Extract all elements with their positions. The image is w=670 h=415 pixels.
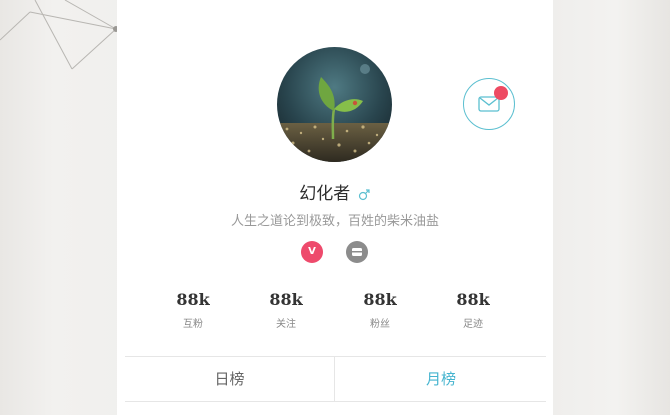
- message-button[interactable]: [463, 78, 515, 130]
- stat-value: 88k: [176, 290, 210, 309]
- stat-value: 88k: [269, 290, 303, 309]
- stat-mutual[interactable]: 88k 互粉: [158, 290, 228, 330]
- male-icon: [358, 188, 370, 200]
- stat-footprints[interactable]: 88k 足迹: [438, 290, 508, 330]
- level-badge-icon[interactable]: [346, 241, 368, 263]
- stat-label: 互粉: [183, 319, 203, 330]
- stat-label: 足迹: [463, 319, 483, 330]
- vip-badge-icon[interactable]: V: [301, 241, 323, 263]
- stat-value: 88k: [456, 290, 490, 309]
- level-badge-glyph: [352, 248, 362, 256]
- tab-monthly[interactable]: 月榜: [336, 357, 546, 402]
- vip-badge-text: V: [308, 246, 316, 257]
- user-name-row: 幻化者: [117, 179, 553, 204]
- profile-card: 幻化者 人生之道论到极致，百姓的柴米油盐 V 88k 互粉 88k 关注 88k: [117, 0, 553, 415]
- stat-value: 88k: [363, 290, 397, 309]
- stat-label: 粉丝: [370, 319, 390, 330]
- stats-row: 88k 互粉 88k 关注 88k 粉丝 88k 足迹: [117, 290, 553, 336]
- unread-dot: [494, 86, 508, 100]
- tab-daily[interactable]: 日榜: [125, 357, 335, 402]
- stat-followers[interactable]: 88k 粉丝: [345, 290, 415, 330]
- badge-row: V: [117, 241, 553, 265]
- stat-label: 关注: [276, 319, 296, 330]
- stat-following[interactable]: 88k 关注: [251, 290, 321, 330]
- user-name: 幻化者: [299, 184, 351, 204]
- ranking-tabs: 日榜 月榜: [125, 356, 546, 402]
- user-bio: 人生之道论到极致，百姓的柴米油盐: [230, 214, 439, 229]
- avatar[interactable]: [277, 47, 392, 162]
